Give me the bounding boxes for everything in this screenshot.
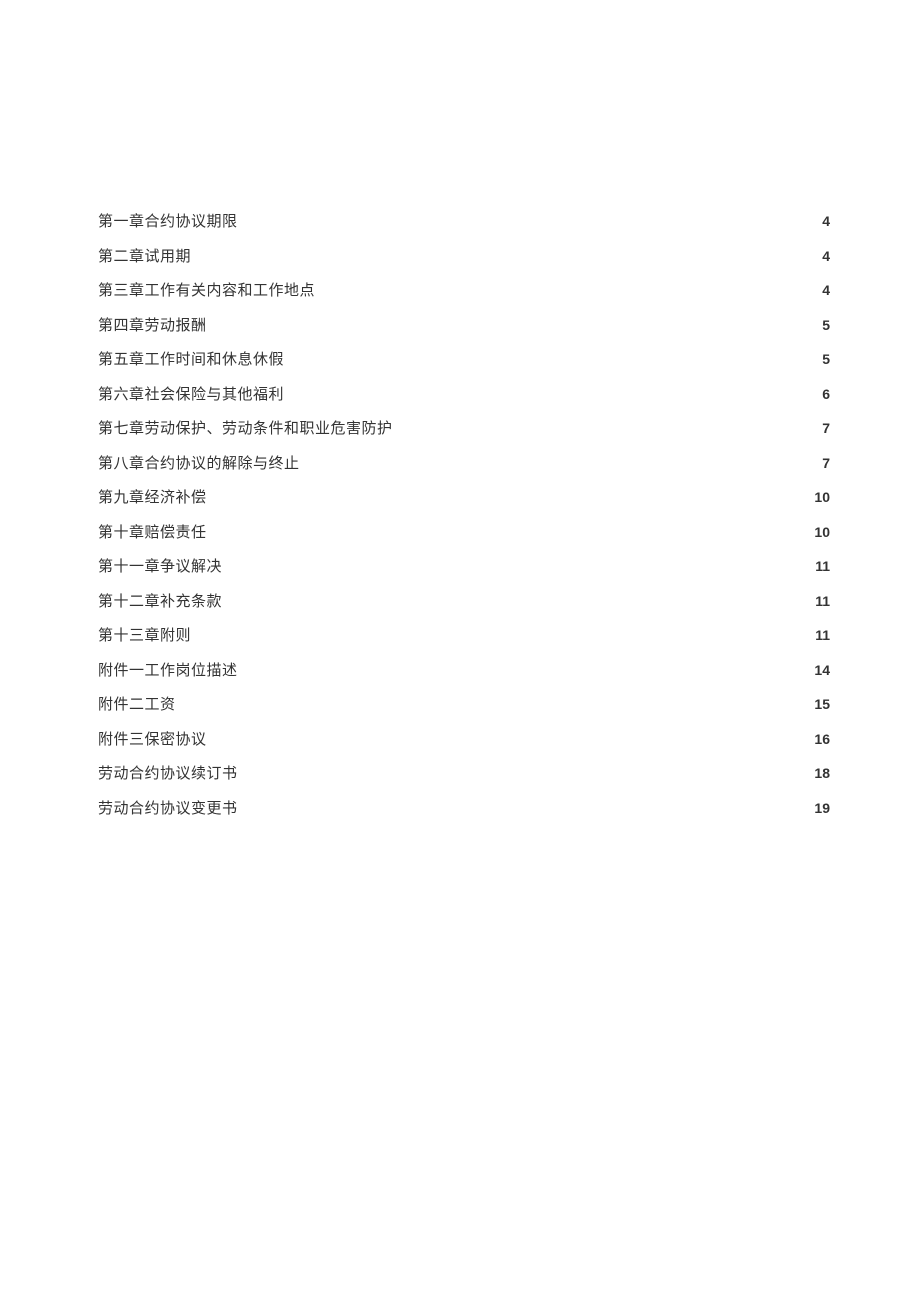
toc-entry-title: 劳动合约协议变更书 (98, 797, 238, 818)
toc-entry: 第十一章争议解决 11 (98, 555, 830, 590)
toc-entry-title: 第十一章争议解决 (98, 555, 222, 576)
toc-entry-page: 5 (822, 351, 830, 367)
toc-entry-page: 18 (814, 765, 830, 781)
toc-entry-page: 15 (814, 696, 830, 712)
toc-entry: 劳动合约协议续订书 18 (98, 762, 830, 797)
toc-entry-title: 第六章社会保险与其他福利 (98, 383, 284, 404)
toc-entry-page: 14 (814, 662, 830, 678)
toc-entry-title: 附件二工资 (98, 693, 176, 714)
toc-entry: 第五章工作时间和休息休假 5 (98, 348, 830, 383)
toc-entry: 第十三章附则 11 (98, 624, 830, 659)
toc-entry: 第一章合约协议期限 4 (98, 210, 830, 245)
toc-entry-title: 附件一工作岗位描述 (98, 659, 238, 680)
toc-entry: 劳动合约协议变更书 19 (98, 797, 830, 832)
toc-entry: 附件二工资 15 (98, 693, 830, 728)
toc-entry-title: 第十三章附则 (98, 624, 191, 645)
toc-entry-page: 19 (814, 800, 830, 816)
toc-entry: 第七章劳动保护、劳动条件和职业危害防护 7 (98, 417, 830, 452)
toc-entry-title: 第五章工作时间和休息休假 (98, 348, 284, 369)
toc-entry-title: 第八章合约协议的解除与终止 (98, 452, 300, 473)
toc-entry-title: 第七章劳动保护、劳动条件和职业危害防护 (98, 417, 393, 438)
toc-entry-title: 第十章赔偿责任 (98, 521, 207, 542)
toc-entry-title: 第十二章补充条款 (98, 590, 222, 611)
toc-entry-page: 6 (822, 386, 830, 402)
toc-entry: 第十二章补充条款 11 (98, 590, 830, 625)
toc-entry-title: 第一章合约协议期限 (98, 210, 238, 231)
toc-entry-title: 劳动合约协议续订书 (98, 762, 238, 783)
toc-entry: 第八章合约协议的解除与终止 7 (98, 452, 830, 487)
toc-entry-page: 16 (814, 731, 830, 747)
toc-entry-title: 第三章工作有关内容和工作地点 (98, 279, 315, 300)
toc-entry-title: 第二章试用期 (98, 245, 191, 266)
toc-entry: 第十章赔偿责任 10 (98, 521, 830, 556)
toc-entry-page: 4 (822, 282, 830, 298)
toc-entry-page: 10 (814, 489, 830, 505)
toc-entry: 第九章经济补偿 10 (98, 486, 830, 521)
toc-entry-page: 4 (822, 213, 830, 229)
toc-entry-title: 第九章经济补偿 (98, 486, 207, 507)
toc-entry: 附件三保密协议 16 (98, 728, 830, 763)
toc-entry: 附件一工作岗位描述 14 (98, 659, 830, 694)
toc-entry-page: 11 (815, 558, 830, 574)
toc-entry: 第三章工作有关内容和工作地点 4 (98, 279, 830, 314)
toc-entry-title: 第四章劳动报酬 (98, 314, 207, 335)
table-of-contents: 第一章合约协议期限 4 第二章试用期 4 第三章工作有关内容和工作地点 4 第四… (98, 210, 830, 831)
toc-entry-page: 7 (822, 455, 830, 471)
toc-entry-page: 11 (815, 627, 830, 643)
toc-entry-title: 附件三保密协议 (98, 728, 207, 749)
toc-entry: 第二章试用期 4 (98, 245, 830, 280)
toc-entry: 第四章劳动报酬 5 (98, 314, 830, 349)
toc-entry-page: 7 (822, 420, 830, 436)
toc-entry-page: 11 (815, 593, 830, 609)
toc-entry: 第六章社会保险与其他福利 6 (98, 383, 830, 418)
toc-entry-page: 4 (822, 248, 830, 264)
toc-entry-page: 10 (814, 524, 830, 540)
toc-entry-page: 5 (822, 317, 830, 333)
